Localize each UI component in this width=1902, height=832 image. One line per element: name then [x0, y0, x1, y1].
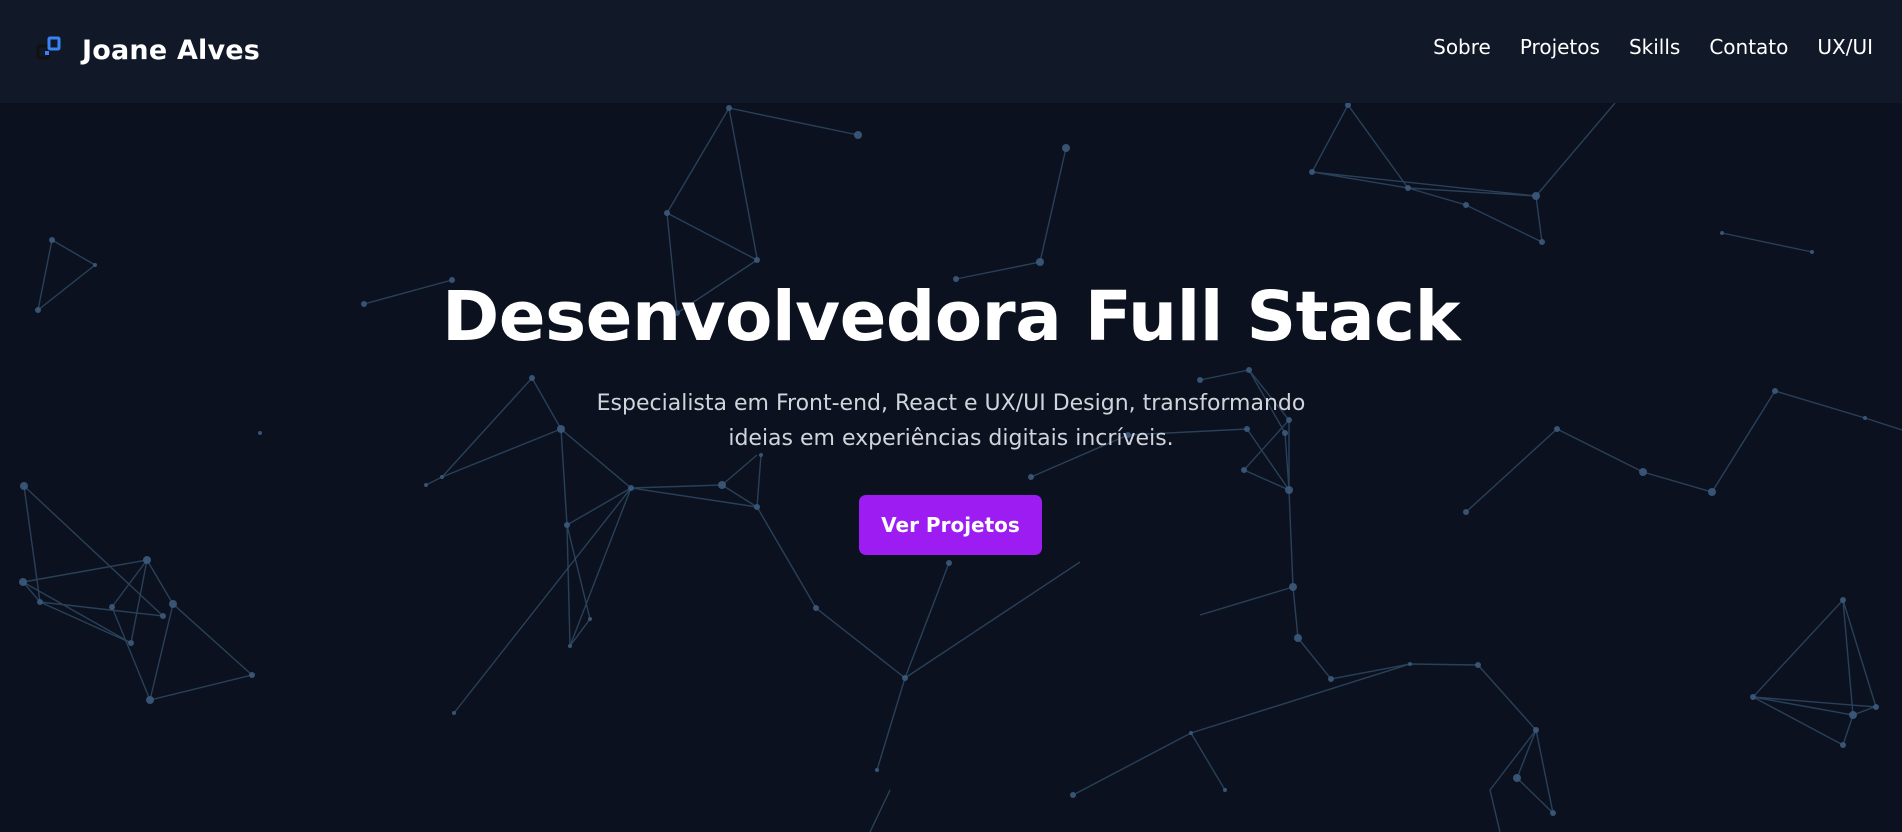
nav-link-skills[interactable]: Skills: [1629, 35, 1680, 59]
view-projects-button[interactable]: Ver Projetos: [859, 495, 1042, 555]
brand[interactable]: Joane Alves: [32, 30, 260, 70]
hero-title: Desenvolvedora Full Stack: [442, 277, 1460, 357]
nav-link-ux-ui[interactable]: UX/UI: [1817, 35, 1873, 59]
brand-name: Joane Alves: [82, 34, 261, 66]
top-navigation-bar: Joane Alves Sobre Projetos Skills Contat…: [0, 0, 1902, 103]
nav-link-projetos[interactable]: Projetos: [1520, 35, 1600, 59]
nav-link-contato[interactable]: Contato: [1709, 35, 1788, 59]
main-nav: Sobre Projetos Skills Contato UX/UI: [1404, 35, 1873, 59]
nav-link-sobre[interactable]: Sobre: [1433, 35, 1491, 59]
page: Joane Alves Sobre Projetos Skills Contat…: [0, 0, 1902, 832]
code-logo-icon: [36, 36, 61, 60]
hero-subtitle: Especialista em Front-end, React e UX/UI…: [596, 391, 1306, 451]
hero-section: Desenvolvedora Full Stack Especialista e…: [0, 103, 1902, 832]
